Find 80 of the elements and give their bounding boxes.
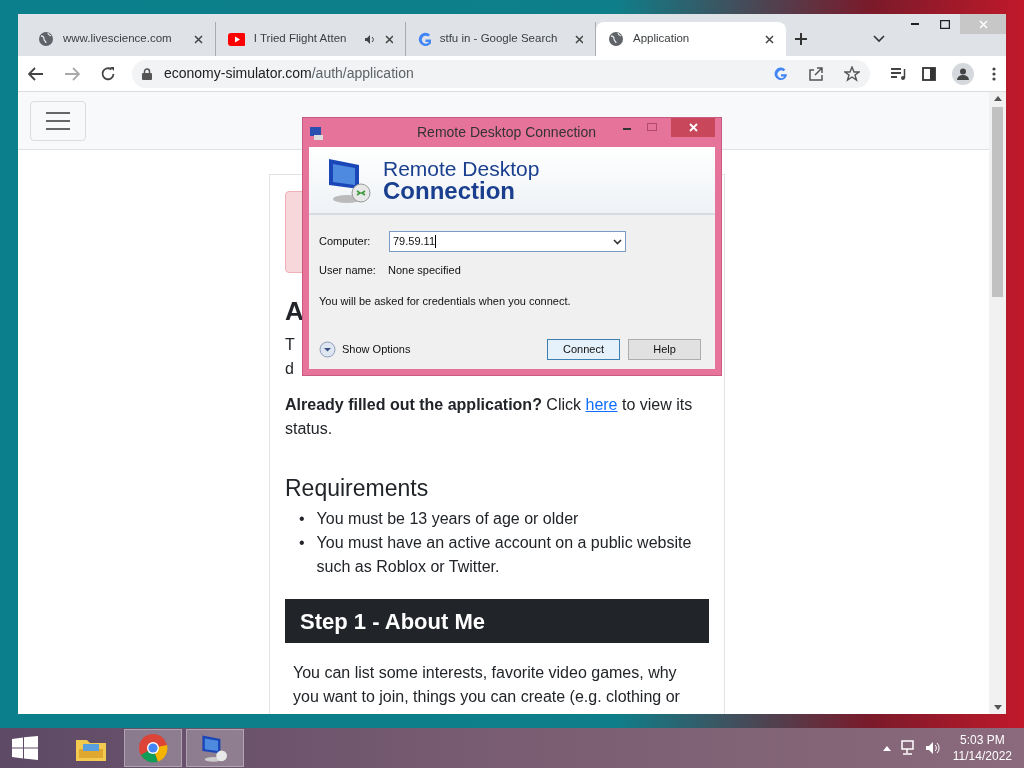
lock-icon [141,67,152,80]
computer-value: 79.59.11 [393,234,435,250]
back-icon[interactable] [28,66,44,81]
text-fragment: T [285,335,295,355]
menu-icon [45,110,71,131]
dialog-button[interactable]: Connect [547,339,620,360]
requirement-item: You must be 13 years of age or older [316,509,579,529]
scroll-up-icon[interactable] [993,96,1002,101]
close-icon[interactable] [384,34,393,44]
scrollbar[interactable] [989,92,1006,714]
computer-combobox[interactable]: 79.59.11 [389,231,626,252]
close-icon[interactable] [575,34,583,44]
dialog-title: Remote Desktop Connection [417,123,596,142]
video-play-icon [228,32,245,46]
globe-icon [38,31,54,47]
globe-icon [608,31,624,47]
taskbar-button[interactable] [186,729,244,767]
google-icon [418,31,431,47]
maximize-icon [647,123,657,131]
user-value: None specified [388,263,461,278]
step-header: Step 1 - About Me [285,599,709,643]
tray-arrow-icon[interactable] [882,745,891,751]
banner-title: Remote Desktop [383,158,540,180]
speaker-icon[interactable] [364,33,376,45]
field-label: Computer: [319,234,372,250]
url-text: economy-simulator.com/auth/application [163,64,414,83]
close-button[interactable] [671,118,715,137]
close-icon [978,19,988,29]
speaker-icon[interactable] [924,741,941,755]
banner-subtitle: Connection [383,180,515,202]
taskbar-button[interactable] [124,729,182,767]
expand-icon [319,341,336,358]
chevron-down-icon [873,35,885,43]
credentials-note: You will be asked for credentials when you connect. [319,293,572,309]
person-icon [957,67,970,80]
text-fragment: d [285,359,294,379]
google-icon[interactable] [774,66,789,81]
show-options-button[interactable]: Show Options [319,341,411,358]
clock[interactable]: 5:03 PM 11/14/2022 [952,732,1012,764]
share-icon[interactable] [808,65,825,82]
chrome-icon [138,733,168,763]
chevron-down-icon [613,238,622,245]
monitor-icon [200,733,230,763]
side-panel-icon[interactable] [922,66,937,81]
bullet-mark: • [299,509,305,529]
menu-icon[interactable] [992,66,997,81]
scrollbar-thumb[interactable] [992,107,1003,297]
clock-date: 11/14/2022 [952,748,1012,764]
minimize-icon [911,23,919,25]
address-bar[interactable]: economy-simulator.com/auth/application [131,59,871,88]
start-icon[interactable] [12,736,38,760]
maximize-icon [940,19,950,29]
requirements-heading: Requirements [285,474,430,503]
close-icon[interactable] [765,34,774,44]
status-paragraph: Already filled out the application? Click here to view its status. [285,395,694,439]
tab-title: stfu in - Google Search [439,31,558,47]
dialog-button[interactable]: Help [628,339,701,360]
minimize-icon [623,128,631,130]
rdp-icon [309,125,325,140]
page-heading: A [285,295,304,328]
plus-icon [794,32,808,46]
star-icon[interactable] [844,65,861,82]
media-icon[interactable] [890,66,907,81]
tab-title: Application [633,31,690,47]
bullet-mark: • [299,533,305,553]
browser-tab[interactable]: Application [596,22,786,56]
reload-icon[interactable] [99,65,116,82]
network-icon[interactable] [900,740,917,756]
field-label: User name: [319,263,377,278]
hamburger-button[interactable] [30,100,86,141]
tab-title: I Tried Flight Atten [253,31,347,47]
clock-time: 5:03 PM [960,732,1005,748]
requirement-item: You must have an active account on a public website such as Roblox or Twitter. [316,533,693,577]
step-paragraph: You can list some interests, favorite video games, why you want to join, things you can create (e.g. clothing or [292,663,681,707]
scroll-down-icon[interactable] [993,705,1002,710]
tab-title: www.livescience.com [63,31,172,47]
status-link[interactable]: here [585,396,618,413]
close-icon[interactable] [194,34,203,44]
close-icon [688,123,698,132]
profile-avatar[interactable] [952,62,975,85]
